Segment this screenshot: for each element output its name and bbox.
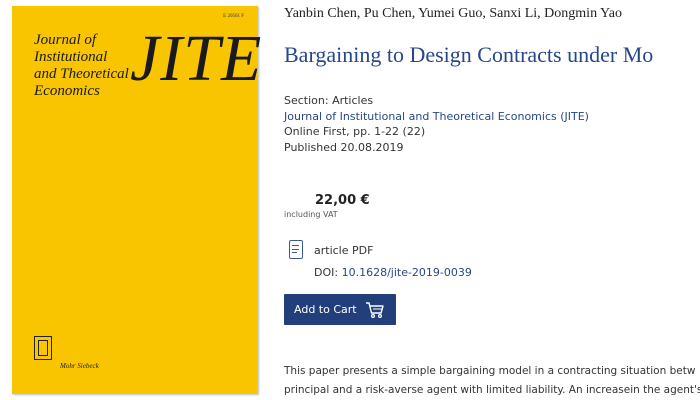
cover-publisher: Mohr Siebeck: [60, 362, 99, 370]
cover-image: E 20561 F Journal of Institutional and T…: [12, 6, 261, 394]
cover-journal-line: Journal of: [34, 32, 97, 48]
online-first: Online First, pp. 1-22 (22): [284, 125, 426, 138]
add-to-cart-button[interactable]: Add to Cart: [284, 294, 396, 325]
cover-code: E 20561 F: [223, 14, 244, 19]
abstract-line: principal and a risk-averse agent with l…: [284, 384, 700, 396]
article-title[interactable]: Bargaining to Design Contracts under Mo: [284, 42, 653, 68]
cover-journal-line: Institutional: [34, 49, 108, 65]
article-section: Section: Articles: [284, 94, 374, 107]
cover-journal-line: and Theoretical: [34, 66, 129, 82]
journal-link[interactable]: Journal of Institutional and Theoretical…: [284, 109, 589, 125]
abstract-line: This paper presents a simple bargaining …: [284, 365, 696, 377]
cover-journal-line: Economics: [34, 83, 100, 99]
vat-note: including VAT: [284, 210, 338, 219]
shopping-cart-icon: [365, 301, 384, 318]
doi: DOI: 10.1628/jite-2019-0039: [314, 266, 472, 279]
price: 22,00 €: [315, 193, 370, 208]
article-authors: Yanbin Chen, Pu Chen, Yumei Guo, Sanxi L…: [284, 6, 622, 21]
doi-link[interactable]: 10.1628/jite-2019-0039: [342, 266, 472, 279]
cover-abbreviation: JITE: [130, 22, 263, 95]
published-date: Published 20.08.2019: [284, 140, 404, 154]
article-abstract: This paper presents a simple bargaining …: [284, 362, 700, 400]
cover-journal-name: Journal of Institutional and Theoretical…: [34, 32, 144, 100]
journal-cover: E 20561 F Journal of Institutional and T…: [0, 0, 262, 400]
article-meta: Section: Articles Journal of Institution…: [284, 93, 589, 155]
pdf-document-icon: [289, 240, 303, 259]
format-label: article PDF: [314, 244, 374, 257]
publisher-seal-icon: [34, 336, 52, 360]
add-to-cart-label: Add to Cart: [294, 303, 357, 316]
article-details: Yanbin Chen, Pu Chen, Yumei Guo, Sanxi L…: [284, 0, 700, 400]
doi-label: DOI:: [314, 266, 342, 279]
